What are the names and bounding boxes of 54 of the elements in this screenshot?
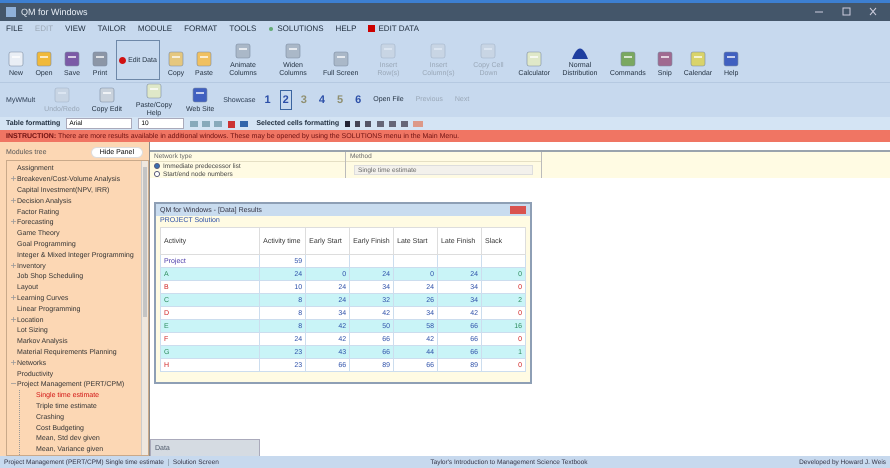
expand-icon[interactable] <box>11 262 16 268</box>
collapse-icon[interactable] <box>11 381 16 386</box>
folder-icon <box>35 50 53 68</box>
expand-icon[interactable] <box>11 294 16 300</box>
step-button[interactable]: 6 <box>352 90 364 110</box>
printer-icon <box>91 50 109 68</box>
grid-icon <box>191 86 210 104</box>
grid-icon <box>722 50 740 68</box>
grid-icon <box>195 50 213 68</box>
radio-button[interactable] <box>154 171 160 177</box>
expand-icon[interactable] <box>11 360 16 365</box>
menu-item[interactable]: HELP <box>336 24 356 33</box>
menu-item[interactable]: TOOLS <box>229 24 256 33</box>
grid-icon <box>167 50 185 68</box>
floppy-icon <box>63 50 81 68</box>
grid-icon <box>379 42 398 60</box>
menu-item[interactable]: EDIT DATA <box>378 24 419 33</box>
grid-icon <box>52 86 71 104</box>
stop-icon <box>368 25 376 32</box>
stop-icon <box>119 56 126 64</box>
table-cell <box>438 254 482 268</box>
grid-icon <box>234 42 252 60</box>
menu-item[interactable]: FORMAT <box>184 24 218 33</box>
grid-icon <box>688 50 707 68</box>
grid-icon <box>525 50 544 68</box>
step-button[interactable]: 2 <box>280 90 292 110</box>
expand-icon[interactable] <box>11 219 16 224</box>
table-cell <box>306 254 350 268</box>
app-icon <box>6 7 16 17</box>
grid-icon <box>618 50 637 68</box>
grid-icon <box>656 50 674 68</box>
window-title: QM for Windows <box>21 7 88 17</box>
table-cell <box>350 254 394 268</box>
table-cell <box>394 254 438 268</box>
menu-item[interactable]: MODULE <box>138 24 172 33</box>
expand-icon[interactable] <box>11 316 16 322</box>
grid-icon <box>144 82 163 100</box>
grid-icon <box>332 50 350 68</box>
menu-item[interactable]: VIEW <box>65 24 86 33</box>
grid-icon <box>98 86 116 104</box>
document-icon <box>7 50 25 68</box>
expand-icon[interactable] <box>11 176 16 182</box>
expand-icon[interactable] <box>11 198 16 203</box>
step-button[interactable]: 1 <box>262 90 274 110</box>
menu-item[interactable]: FILE <box>6 24 23 33</box>
menu-item[interactable]: SOLUTIONS <box>277 24 324 33</box>
step-button[interactable]: 4 <box>316 90 328 110</box>
radio-button[interactable] <box>154 163 160 169</box>
format-icons-drawing <box>190 120 250 128</box>
grid-icon <box>429 42 448 60</box>
scrollbar[interactable] <box>141 161 148 455</box>
menu-item[interactable]: TAILOR <box>98 24 126 33</box>
grid-icon <box>479 42 498 60</box>
grid-icon <box>284 42 302 60</box>
